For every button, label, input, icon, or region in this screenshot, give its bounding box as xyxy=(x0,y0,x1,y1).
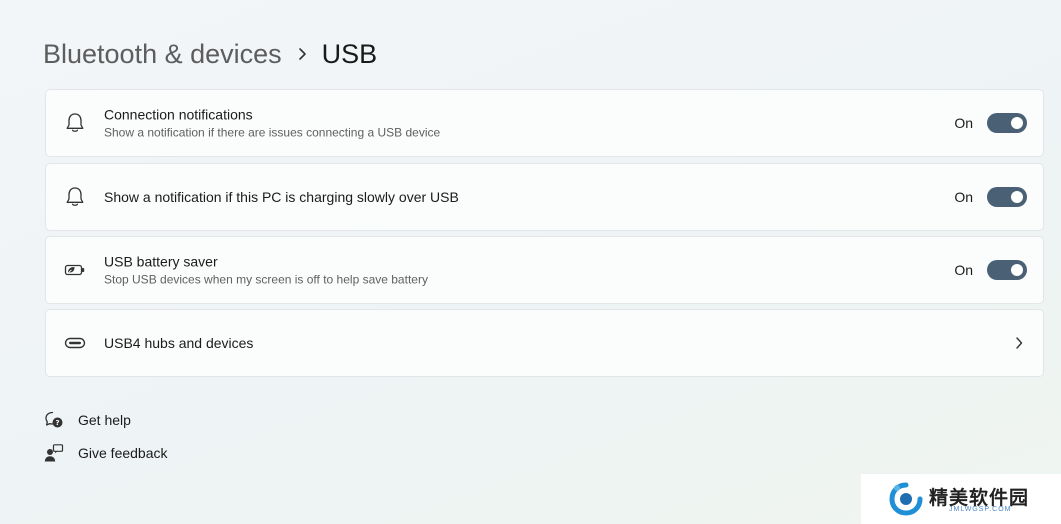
setting-slow-charging-notification: Show a notification if this PC is chargi… xyxy=(45,163,1044,231)
get-help-label: Get help xyxy=(78,412,131,428)
battery-saver-icon xyxy=(63,258,87,282)
watermark-logo-icon xyxy=(887,480,925,523)
bell-icon xyxy=(63,111,87,135)
connection-notifications-toggle[interactable] xyxy=(987,113,1027,133)
setting-usb-battery-saver: USB battery saver Stop USB devices when … xyxy=(45,236,1044,304)
usb-battery-saver-toggle[interactable] xyxy=(987,260,1027,280)
slow-charging-toggle[interactable] xyxy=(987,187,1027,207)
setting-title: USB battery saver xyxy=(104,253,218,270)
toggle-knob xyxy=(1011,264,1023,276)
toggle-state-label: On xyxy=(954,115,973,131)
chevron-right-icon xyxy=(1011,335,1027,351)
give-feedback-icon xyxy=(44,443,64,463)
get-help-link[interactable]: ? Get help xyxy=(44,408,131,432)
toggle-knob xyxy=(1011,117,1023,129)
setting-description: Show a notification if there are issues … xyxy=(104,125,441,140)
give-feedback-label: Give feedback xyxy=(78,445,168,461)
give-feedback-link[interactable]: Give feedback xyxy=(44,441,168,465)
watermark: 精美软件园 JMLWGSP.COM xyxy=(861,474,1061,524)
get-help-icon: ? xyxy=(44,410,64,430)
setting-title: USB4 hubs and devices xyxy=(104,335,254,351)
breadcrumb: Bluetooth & devices USB xyxy=(43,34,377,74)
watermark-subtitle: JMLWGSP.COM xyxy=(949,506,1012,513)
setting-description: Stop USB devices when my screen is off t… xyxy=(104,272,428,287)
bell-icon xyxy=(63,185,87,209)
setting-title: Show a notification if this PC is chargi… xyxy=(104,189,459,205)
toggle-state-label: On xyxy=(954,262,973,278)
toggle-state-label: On xyxy=(954,189,973,205)
svg-text:?: ? xyxy=(55,419,59,427)
usb-c-port-icon xyxy=(63,331,87,355)
chevron-right-icon xyxy=(282,34,322,74)
breadcrumb-parent-link[interactable]: Bluetooth & devices xyxy=(43,39,282,70)
setting-connection-notifications: Connection notifications Show a notifica… xyxy=(45,89,1044,157)
setting-title: Connection notifications xyxy=(104,106,253,123)
toggle-knob xyxy=(1011,191,1023,203)
setting-usb4-hubs-and-devices[interactable]: USB4 hubs and devices xyxy=(45,309,1044,377)
page-title: USB xyxy=(321,38,378,69)
